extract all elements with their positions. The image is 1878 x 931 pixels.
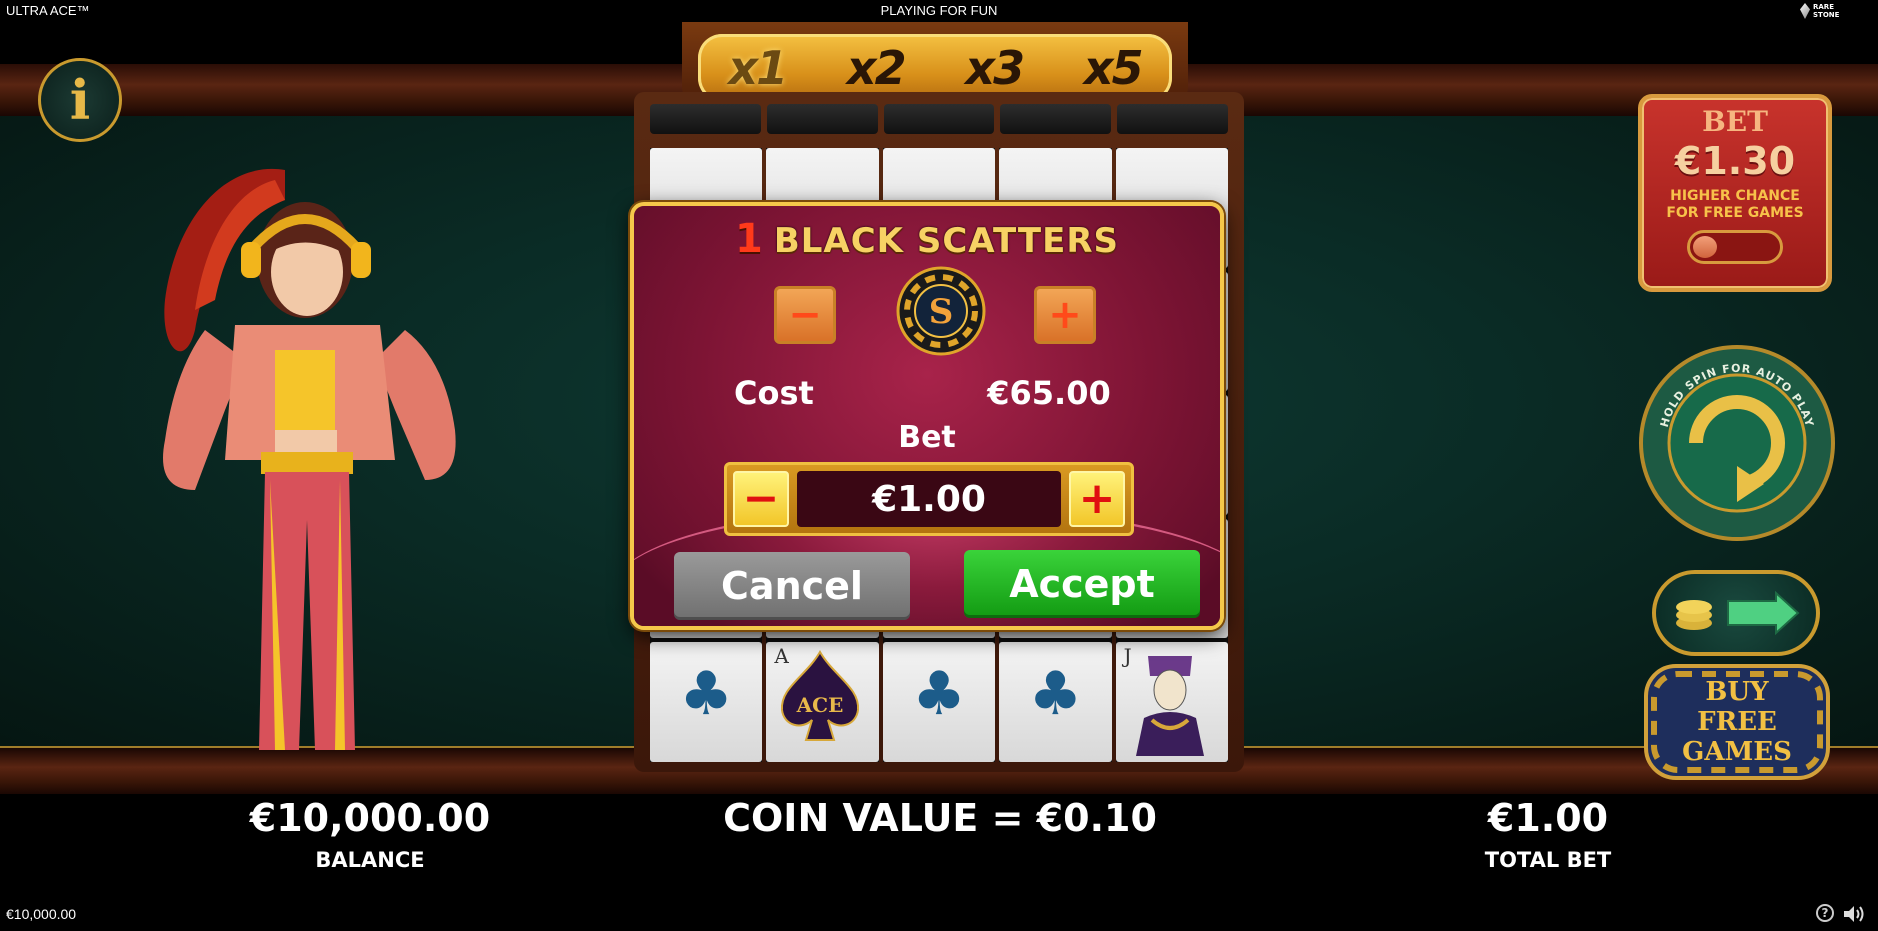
jack-face-icon bbox=[1135, 656, 1204, 757]
brand-line-1: RARE bbox=[1813, 3, 1834, 11]
info-button[interactable]: i bbox=[38, 58, 122, 142]
coin-toggle-button[interactable] bbox=[1652, 570, 1820, 656]
reel-header bbox=[650, 104, 1228, 134]
toggle-knob bbox=[1693, 236, 1717, 258]
balance-label: BALANCE bbox=[315, 848, 425, 872]
reel-cell: ♣ bbox=[650, 642, 763, 762]
cancel-button[interactable]: Cancel bbox=[674, 552, 910, 620]
bet-increase-button[interactable]: + bbox=[1069, 471, 1125, 527]
bet-stepper: − €1.00 + bbox=[724, 462, 1134, 536]
coin-stack-icon bbox=[1676, 600, 1712, 630]
brand-logo: RARE STONE bbox=[1800, 1, 1848, 21]
dialog-title-text: BLACK SCATTERS bbox=[773, 221, 1120, 261]
accept-button[interactable]: Accept bbox=[964, 550, 1200, 618]
arrow-right-icon bbox=[1727, 591, 1800, 635]
brand-line-2: STONE bbox=[1813, 11, 1840, 19]
reel-header-slot bbox=[1117, 104, 1228, 134]
bet-boost-description-line1: HIGHER CHANCE bbox=[1670, 188, 1800, 204]
buy-scatters-dialog: 1 BLACK SCATTERS − S + Cost €65.00 Bet − … bbox=[630, 202, 1224, 630]
ace-spade-icon: ACE bbox=[781, 650, 860, 742]
footer-bar: €10,000.00 ? bbox=[0, 900, 1878, 931]
reel-cell: A ACE bbox=[766, 642, 879, 762]
coin-value: COIN VALUE = €0.10 bbox=[723, 796, 1157, 840]
bet-decrease-button[interactable]: − bbox=[733, 471, 789, 527]
bet-boost-amount: €1.30 bbox=[1674, 139, 1796, 183]
multiplier-x5: x5 bbox=[1083, 41, 1144, 95]
chip-letter: S bbox=[929, 292, 954, 332]
play-mode-label: PLAYING FOR FUN bbox=[880, 3, 998, 18]
ace-label: ACE bbox=[796, 693, 844, 717]
dialog-title: 1 BLACK SCATTERS bbox=[634, 216, 1220, 262]
multiplier-x2: x2 bbox=[846, 41, 907, 95]
cost-label: Cost bbox=[734, 374, 814, 412]
bet-boost-toggle[interactable] bbox=[1687, 230, 1783, 264]
character-illustration bbox=[163, 168, 456, 750]
bet-boost-panel[interactable]: BET €1.30 HIGHER CHANCE FOR FREE GAMES bbox=[1638, 94, 1832, 292]
reel-header-slot bbox=[766, 104, 878, 134]
balance-value: €10,000.00 bbox=[249, 796, 491, 840]
cost-value: €65.00 bbox=[987, 374, 1111, 412]
reel-cell: ♣ bbox=[882, 642, 996, 762]
reel-header-slot bbox=[1000, 104, 1112, 134]
bet-boost-label: BET bbox=[1702, 105, 1768, 138]
club-icon: ♣ bbox=[679, 659, 734, 730]
buy-free-games-button[interactable]: BUY FREE GAMES bbox=[1644, 664, 1830, 780]
reel-cell: ♣ bbox=[999, 642, 1112, 762]
spin-button[interactable]: HOLD SPIN FOR AUTO PLAY bbox=[1636, 342, 1838, 544]
buy-line-2: FREE bbox=[1697, 707, 1777, 737]
reel-cell: J bbox=[1115, 642, 1229, 762]
multiplier-x3: x3 bbox=[965, 41, 1025, 95]
scatter-count: 1 bbox=[734, 216, 764, 262]
total-bet-label: TOTAL BET bbox=[1484, 848, 1612, 872]
sound-icon[interactable] bbox=[1842, 904, 1866, 924]
bet-label: Bet bbox=[898, 420, 956, 455]
club-icon: ♣ bbox=[1028, 659, 1083, 730]
scatter-increase-button[interactable]: + bbox=[1034, 286, 1096, 344]
total-bet-value: €1.00 bbox=[1487, 796, 1609, 840]
club-icon: ♣ bbox=[912, 659, 966, 730]
scatter-decrease-button[interactable]: − bbox=[774, 286, 836, 344]
bet-value-display: €1.00 bbox=[797, 471, 1061, 527]
scatter-chip-icon: S bbox=[896, 266, 986, 356]
buy-line-1: BUY bbox=[1705, 677, 1769, 707]
info-icon: i bbox=[69, 68, 91, 132]
footer-balance: €10,000.00 bbox=[6, 906, 77, 922]
gem-icon bbox=[1800, 3, 1810, 19]
multiplier-x1: x1 bbox=[728, 41, 788, 95]
reel-header-slot bbox=[883, 104, 995, 134]
top-bar: ULTRA ACE™ PLAYING FOR FUN RARE STONE bbox=[0, 0, 1878, 22]
help-icon[interactable]: ? bbox=[1816, 904, 1834, 922]
brand-name: RARE STONE bbox=[1813, 3, 1839, 19]
buy-line-3: GAMES bbox=[1682, 737, 1792, 767]
bet-boost-description-line2: FOR FREE GAMES bbox=[1666, 205, 1804, 221]
reel-header-slot bbox=[650, 104, 761, 134]
